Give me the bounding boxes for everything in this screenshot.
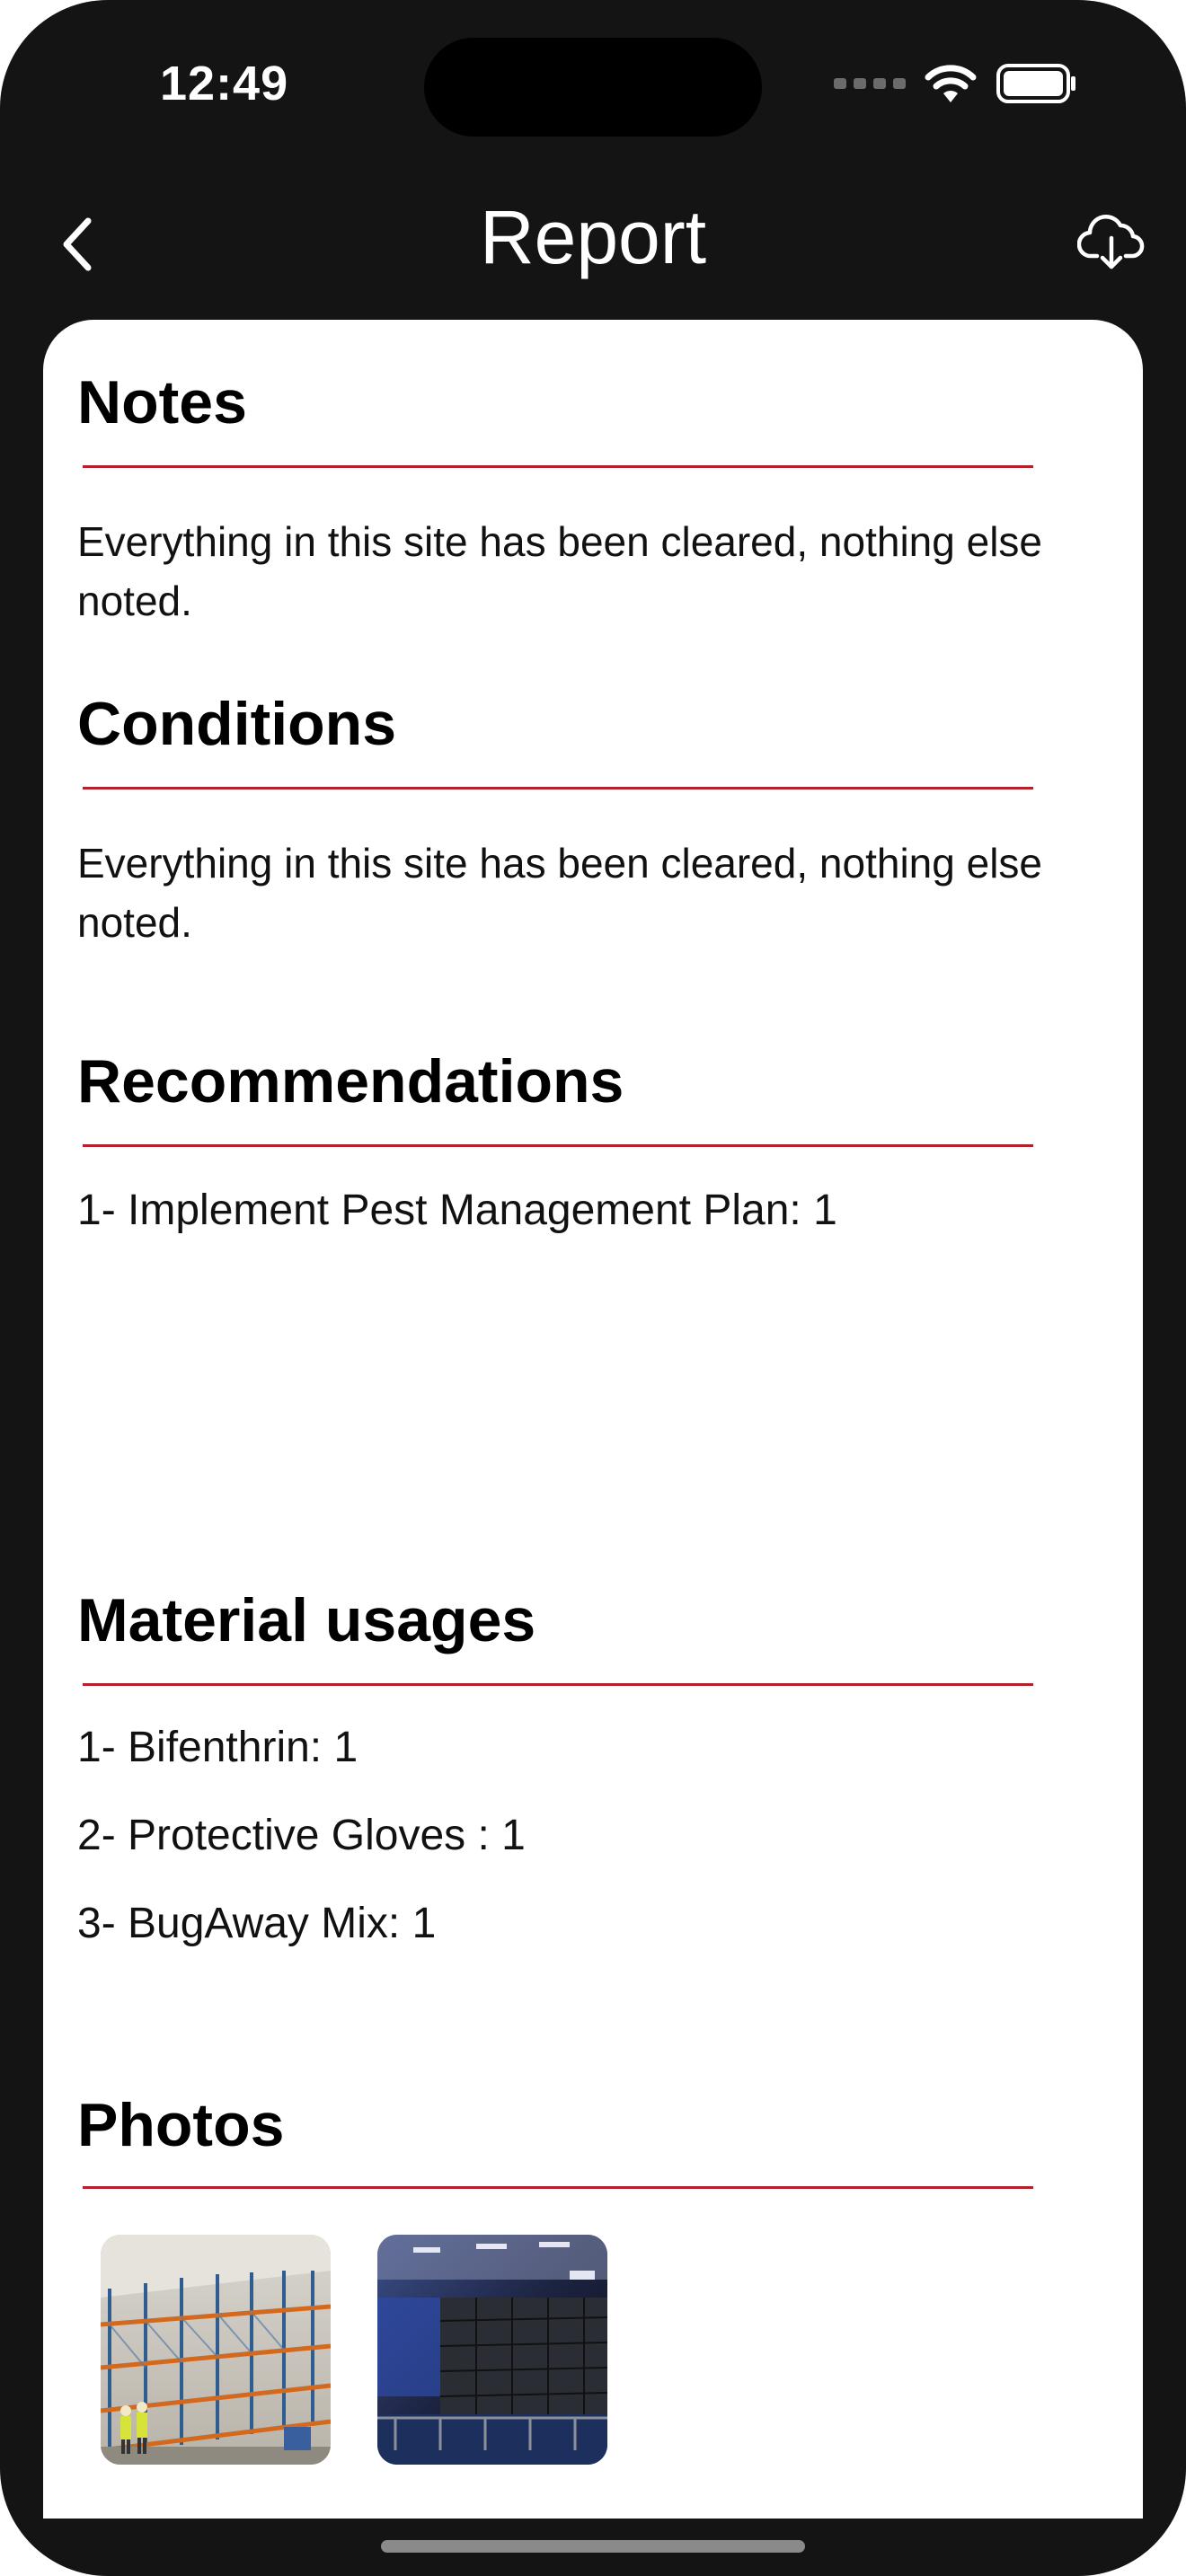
report-card: Notes Everything in this site has been c…	[43, 320, 1143, 2519]
recommendations-divider	[83, 1144, 1033, 1147]
material-item: 3- BugAway Mix: 1	[77, 1900, 437, 1947]
recommendations-heading: Recommendations	[77, 1047, 624, 1116]
notes-section: Notes	[77, 372, 1109, 433]
device-screen: 12:49 Report Notes Everything in this si…	[0, 0, 1186, 2576]
notes-heading: Notes	[77, 368, 247, 437]
photos-divider	[83, 2186, 1033, 2189]
recommendations-section: Recommendations	[77, 1051, 1109, 1112]
dynamic-island	[424, 38, 762, 137]
warehouse-interior-photo-icon	[377, 2235, 607, 2465]
photo-thumbnail-1[interactable]	[101, 2235, 331, 2465]
material-usages-heading: Material usages	[77, 1586, 536, 1654]
conditions-text: Everything in this site has been cleared…	[77, 840, 1042, 946]
conditions-divider	[83, 787, 1033, 790]
photos-heading: Photos	[77, 2091, 285, 2159]
conditions-heading: Conditions	[77, 690, 397, 758]
warehouse-racking-photo-icon	[101, 2235, 331, 2465]
status-icons	[834, 63, 1078, 104]
material-item: 2- Protective Gloves : 1	[77, 1812, 526, 1859]
wifi-icon	[925, 65, 977, 102]
material-item: 1- Bifenthrin: 1	[77, 1724, 358, 1771]
recommendation-item: 1- Implement Pest Management Plan: 1	[77, 1187, 837, 1234]
notes-divider	[83, 465, 1033, 468]
home-indicator[interactable]	[381, 2540, 805, 2553]
page-title: Report	[479, 195, 707, 279]
status-time: 12:49	[160, 57, 289, 110]
material-usages-section: Material usages	[77, 1590, 1109, 1651]
photo-thumbnail-2[interactable]	[377, 2235, 607, 2465]
cloud-download-icon	[1077, 215, 1145, 269]
photos-section: Photos	[77, 2095, 1109, 2156]
download-button[interactable]	[1071, 205, 1152, 277]
material-usages-divider	[83, 1683, 1033, 1686]
battery-icon	[996, 64, 1075, 103]
cellular-signal-icon	[834, 78, 906, 89]
conditions-section: Conditions	[77, 693, 1109, 754]
notes-text: Everything in this site has been cleared…	[77, 518, 1042, 624]
